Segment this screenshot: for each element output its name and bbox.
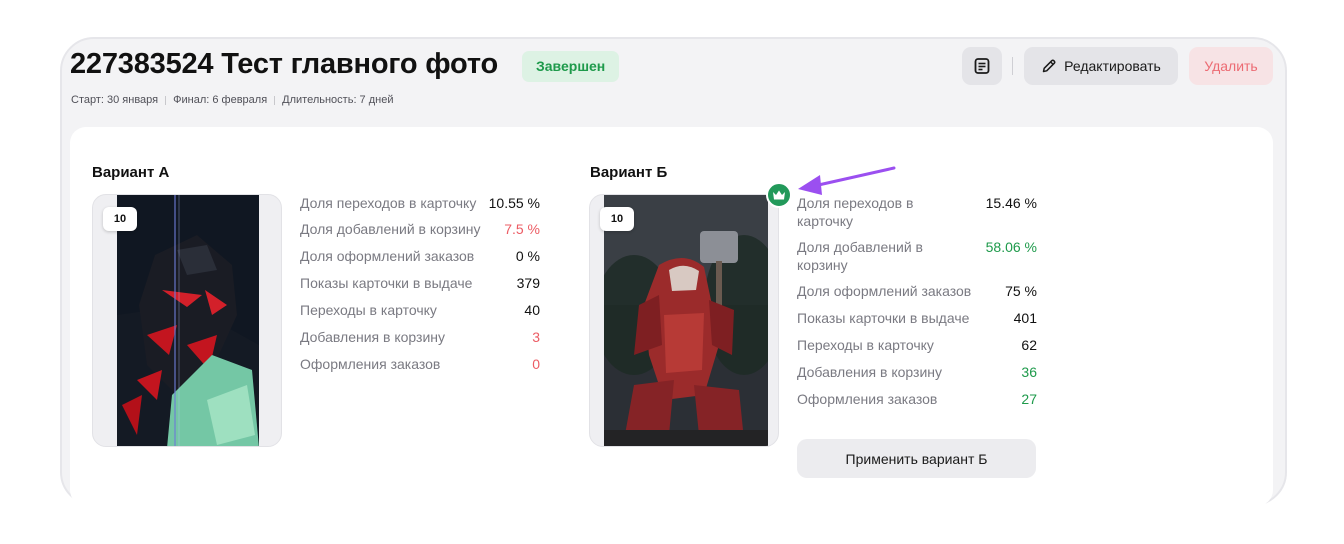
delete-button[interactable]: Удалить (1189, 47, 1273, 85)
stat-label: Показы карточки в выдаче (300, 275, 473, 291)
notes-button[interactable] (962, 47, 1002, 85)
stat-label: Оформления заказов (797, 391, 938, 407)
stat-label: Добавления в корзину (797, 364, 942, 380)
page-title: 227383524 Тест главного фото (70, 48, 498, 80)
stat-value: 10.55 % (488, 195, 540, 211)
notes-icon (974, 58, 990, 74)
stat-row: Добавления в корзину 36 (797, 363, 1037, 381)
stat-row: Доля переходов в карточку 15.46 % (797, 194, 1037, 230)
toolbar-divider (1012, 57, 1013, 75)
apply-variant-button[interactable]: Применить вариант Б (797, 439, 1036, 478)
stat-value: 27 (1021, 391, 1037, 407)
test-meta: Старт: 30 января Финал: 6 февраля Длител… (71, 94, 394, 106)
variant-b-image[interactable]: 10 (589, 194, 779, 447)
variant-a-stats: Доля переходов в карточку 10.55 % Доля до… (300, 194, 540, 382)
stat-label: Переходы в карточку (300, 302, 437, 318)
stat-row: Оформления заказов 0 (300, 355, 540, 373)
start-date: Старт: 30 января (71, 94, 159, 106)
stat-label: Доля переходов в карточку (300, 195, 477, 211)
stat-value: 58.06 % (985, 239, 1037, 255)
stat-row: Переходы в карточку 62 (797, 336, 1037, 354)
stat-label: Доля переходов в карточку (797, 195, 914, 229)
stat-value: 62 (1021, 337, 1037, 353)
stat-value: 7.5 % (504, 221, 540, 237)
stat-value: 379 (516, 275, 540, 291)
edit-button[interactable]: Редактировать (1024, 47, 1178, 85)
stat-row: Добавления в корзину 3 (300, 328, 540, 346)
stat-label: Доля оформлений заказов (300, 248, 475, 264)
stat-row: Оформления заказов 27 (797, 390, 1037, 408)
stat-value: 0 % (515, 248, 540, 264)
stat-value: 0 (532, 356, 540, 372)
stat-label: Добавления в корзину (300, 329, 445, 345)
stat-row: Переходы в карточку 40 (300, 301, 540, 319)
stat-label: Показы карточки в выдаче (797, 310, 970, 326)
status-badge: Завершен (522, 51, 620, 82)
stat-value: 75 % (1005, 283, 1037, 299)
variant-b-artwork (604, 195, 768, 446)
stat-value: 15.46 % (985, 195, 1037, 211)
meta-divider (274, 95, 276, 105)
stat-row: Показы карточки в выдаче 379 (300, 274, 540, 292)
stat-row: Показы карточки в выдаче 401 (797, 309, 1037, 327)
stat-label: Переходы в карточку (797, 337, 934, 353)
stat-row: Доля добавлений в корзину 58.06 % (797, 238, 1037, 274)
stat-label: Доля добавлений в корзину (300, 221, 481, 237)
variant-b-stats: Доля переходов в карточку 15.46 % Доля до… (797, 194, 1037, 417)
stat-label: Оформления заказов (300, 356, 441, 372)
edit-button-label: Редактировать (1064, 58, 1161, 74)
stat-row: Доля оформлений заказов 0 % (300, 247, 540, 265)
duration: Длительность: 7 дней (282, 94, 394, 106)
stat-value: 40 (524, 302, 540, 318)
crown-icon (773, 190, 785, 200)
stat-row: Доля переходов в карточку 10.55 % (300, 194, 540, 212)
variant-a-title: Вариант А (92, 164, 170, 181)
stat-value: 401 (1013, 310, 1037, 326)
stat-value: 36 (1021, 364, 1037, 380)
pencil-icon (1042, 59, 1056, 73)
stat-row: Доля добавлений в корзину 7.5 % (300, 220, 540, 238)
stat-label: Доля добавлений в корзину (797, 239, 923, 273)
stat-value: 3 (532, 329, 540, 345)
annotation-arrow (798, 166, 896, 195)
variant-a-artwork (117, 195, 259, 446)
image-count-badge: 10 (600, 207, 634, 231)
stat-row: Доля оформлений заказов 75 % (797, 282, 1037, 300)
stat-label: Доля оформлений заказов (797, 283, 972, 299)
variant-b-title: Вариант Б (590, 164, 668, 181)
variant-a-image[interactable]: 10 (92, 194, 282, 447)
image-count-badge: 10 (103, 207, 137, 231)
finish-date: Финал: 6 февраля (173, 94, 268, 106)
winner-badge (766, 182, 792, 208)
meta-divider (165, 95, 167, 105)
